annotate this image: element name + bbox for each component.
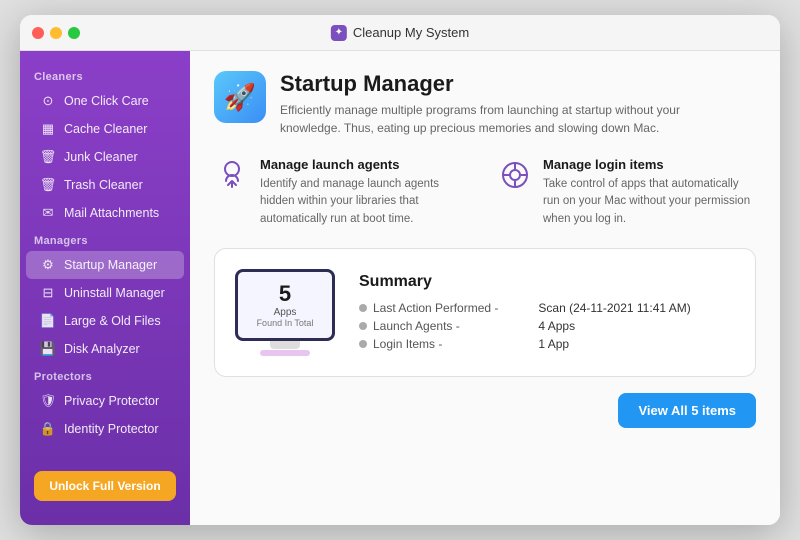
summary-value-row-2: 1 App <box>538 337 690 351</box>
page-title: Startup Manager <box>280 71 740 97</box>
sidebar-item-label: Identity Protector <box>64 422 159 436</box>
apps-count: 5 <box>279 281 291 307</box>
traffic-lights <box>32 27 80 39</box>
trash-cleaner-icon: 🗑 <box>40 177 56 193</box>
summary-row-2: Login Items - <box>359 337 498 351</box>
summary-value-2: 1 App <box>538 337 569 351</box>
summary-value-1: 4 Apps <box>538 319 575 333</box>
sidebar: Cleaners ⊙ One Click Care ▦ Cache Cleane… <box>20 51 190 525</box>
privacy-protector-icon: 🛡 <box>40 393 56 409</box>
app-window: ✦ Cleanup My System Cleaners ⊙ One Click… <box>20 15 780 525</box>
sidebar-item-label: Mail Attachments <box>64 206 159 220</box>
sidebar-item-label: Privacy Protector <box>64 394 159 408</box>
summary-label-0: Last Action Performed - <box>373 301 498 315</box>
page-header-icon: 🚀 <box>214 71 266 123</box>
sidebar-item-label: Startup Manager <box>64 258 157 272</box>
disk-analyzer-icon: 💾 <box>40 341 56 357</box>
maximize-button[interactable] <box>68 27 80 39</box>
page-header: 🚀 Startup Manager Efficiently manage mul… <box>214 71 756 137</box>
monitor-base <box>260 350 310 356</box>
junk-cleaner-icon: 🗑 <box>40 149 56 165</box>
minimize-button[interactable] <box>50 27 62 39</box>
feature-cards: Manage launch agents Identify and manage… <box>214 157 756 228</box>
unlock-button[interactable]: Unlock Full Version <box>34 471 176 501</box>
summary-content: Summary Last Action Performed - Launch A… <box>359 273 691 351</box>
cleaners-section-label: Cleaners <box>20 63 190 87</box>
mail-attachments-icon: ✉ <box>40 205 56 221</box>
sidebar-item-trash-cleaner[interactable]: 🗑 Trash Cleaner <box>26 171 184 199</box>
cache-cleaner-icon: ▦ <box>40 121 56 137</box>
sidebar-item-label: Junk Cleaner <box>64 150 138 164</box>
summary-label-2: Login Items - <box>373 337 442 351</box>
identity-protector-icon: 🔒 <box>40 421 56 437</box>
monitor-screen: 5 Apps Found In Total <box>235 269 335 341</box>
feature-card-login-items: Manage login items Take control of apps … <box>497 157 756 228</box>
one-click-care-icon: ⊙ <box>40 93 56 109</box>
feature-card-launch-agents: Manage launch agents Identify and manage… <box>214 157 473 228</box>
sidebar-item-label: Cache Cleaner <box>64 122 147 136</box>
launch-agents-description: Identify and manage launch agents hidden… <box>260 176 473 228</box>
launch-agents-title: Manage launch agents <box>260 157 473 172</box>
summary-row-0: Last Action Performed - <box>359 301 498 315</box>
summary-card: 5 Apps Found In Total Summary Last Actio… <box>214 248 756 377</box>
summary-dot-1 <box>359 322 367 330</box>
sidebar-item-large-old-files[interactable]: 📄 Large & Old Files <box>26 307 184 335</box>
summary-rows: Last Action Performed - Launch Agents - … <box>359 301 691 351</box>
close-button[interactable] <box>32 27 44 39</box>
sidebar-item-one-click-care[interactable]: ⊙ One Click Care <box>26 87 184 115</box>
summary-monitor: 5 Apps Found In Total <box>235 269 335 356</box>
summary-value-row-0: Scan (24-11-2021 11:41 AM) <box>538 301 690 315</box>
large-old-files-icon: 📄 <box>40 313 56 329</box>
sidebar-item-cache-cleaner[interactable]: ▦ Cache Cleaner <box>26 115 184 143</box>
bottom-bar: View All 5 items <box>214 393 756 432</box>
apps-label: Apps <box>274 307 297 318</box>
launch-agents-icon <box>214 157 250 193</box>
login-items-description: Take control of apps that automatically … <box>543 176 756 228</box>
titlebar: ✦ Cleanup My System <box>20 15 780 51</box>
sidebar-item-disk-analyzer[interactable]: 💾 Disk Analyzer <box>26 335 184 363</box>
startup-manager-icon: ⚙ <box>40 257 56 273</box>
sidebar-item-label: Large & Old Files <box>64 314 161 328</box>
summary-label-1: Launch Agents - <box>373 319 460 333</box>
sidebar-item-startup-manager[interactable]: ⚙ Startup Manager <box>26 251 184 279</box>
window-title: Cleanup My System <box>353 25 469 40</box>
sidebar-item-junk-cleaner[interactable]: 🗑 Junk Cleaner <box>26 143 184 171</box>
found-label: Found In Total <box>257 318 314 328</box>
summary-row-1: Launch Agents - <box>359 319 498 333</box>
feature-card-login-items-text: Manage login items Take control of apps … <box>543 157 756 228</box>
page-description: Efficiently manage multiple programs fro… <box>280 101 740 137</box>
sidebar-item-privacy-protector[interactable]: 🛡 Privacy Protector <box>26 387 184 415</box>
view-all-button[interactable]: View All 5 items <box>618 393 756 428</box>
content-area: 🚀 Startup Manager Efficiently manage mul… <box>190 51 780 525</box>
login-items-icon <box>497 157 533 193</box>
summary-title: Summary <box>359 273 691 291</box>
login-items-title: Manage login items <box>543 157 756 172</box>
app-icon: ✦ <box>331 25 347 41</box>
monitor-stand <box>270 341 300 349</box>
sidebar-bottom: Unlock Full Version <box>20 459 190 513</box>
summary-values-col: Scan (24-11-2021 11:41 AM) 4 Apps 1 App <box>538 301 690 351</box>
summary-value-0: Scan (24-11-2021 11:41 AM) <box>538 301 690 315</box>
page-header-text: Startup Manager Efficiently manage multi… <box>280 71 740 137</box>
protectors-section-label: Protectors <box>20 363 190 387</box>
sidebar-item-uninstall-manager[interactable]: ⊟ Uninstall Manager <box>26 279 184 307</box>
sidebar-item-label: Uninstall Manager <box>64 286 165 300</box>
sidebar-item-mail-attachments[interactable]: ✉ Mail Attachments <box>26 199 184 227</box>
titlebar-center: ✦ Cleanup My System <box>331 25 469 41</box>
summary-dot-0 <box>359 304 367 312</box>
sidebar-item-identity-protector[interactable]: 🔒 Identity Protector <box>26 415 184 443</box>
feature-card-launch-agents-text: Manage launch agents Identify and manage… <box>260 157 473 228</box>
sidebar-item-label: Trash Cleaner <box>64 178 143 192</box>
uninstall-manager-icon: ⊟ <box>40 285 56 301</box>
managers-section-label: Managers <box>20 227 190 251</box>
main-content: Cleaners ⊙ One Click Care ▦ Cache Cleane… <box>20 51 780 525</box>
sidebar-item-label: Disk Analyzer <box>64 342 140 356</box>
summary-dot-2 <box>359 340 367 348</box>
sidebar-item-label: One Click Care <box>64 94 149 108</box>
summary-value-row-1: 4 Apps <box>538 319 690 333</box>
summary-labels-col: Last Action Performed - Launch Agents - … <box>359 301 498 351</box>
